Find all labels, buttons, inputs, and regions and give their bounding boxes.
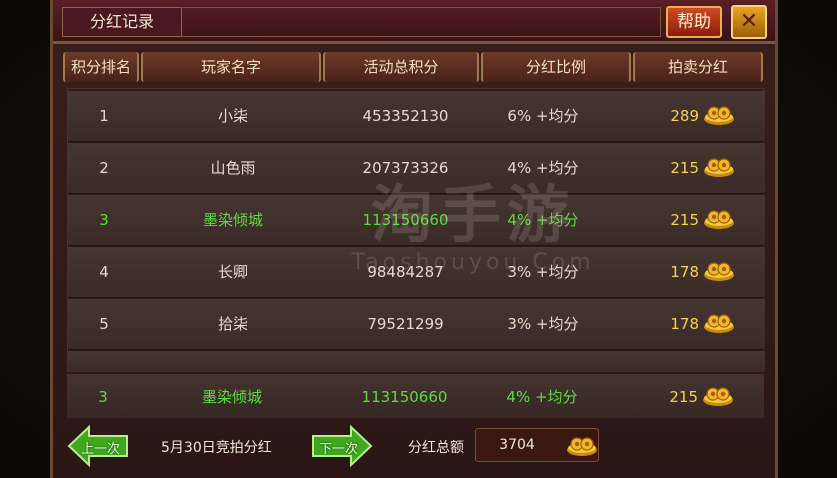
header-dividend-ratio: 分红比例 <box>481 52 631 82</box>
gold-ingot-coin-icon <box>704 261 734 281</box>
prev-label[interactable]: 上一次 <box>81 438 120 457</box>
dividend-value: 215 <box>670 211 699 229</box>
table-row[interactable]: 4 长卿 98484287 3% +均分 178 <box>68 247 765 298</box>
dividend-cell: 215 <box>628 195 735 246</box>
player-name-cell: 长卿 <box>217 263 248 281</box>
player-name-cell: 墨染倾城 <box>202 211 263 229</box>
header-player-name: 玩家名字 <box>141 52 321 82</box>
table-row-partial <box>68 351 765 373</box>
prev-button[interactable]: 上一次 <box>67 424 129 468</box>
header-rank: 积分排名 <box>63 52 139 82</box>
game-screen: 分红记录 帮助 ✕ 积分排名 玩家名字 活动总积分 分红比例 拍卖分红 1 小柒… <box>0 0 837 478</box>
my-rank-cell: 3 <box>98 388 108 406</box>
dividend-record-window: 分红记录 帮助 ✕ 积分排名 玩家名字 活动总积分 分红比例 拍卖分红 1 小柒… <box>50 0 778 478</box>
gold-ingot-coin-icon <box>703 386 733 406</box>
header-auction-dividend: 拍卖分红 <box>633 52 763 82</box>
rank-cell: 3 <box>99 211 109 229</box>
window-title: 分红记录 <box>62 7 182 37</box>
dividend-cell: 289 <box>628 91 735 142</box>
gold-ingot-coin-icon <box>704 313 734 333</box>
next-button[interactable]: 下一次 <box>311 424 373 468</box>
dividend-value: 289 <box>670 107 699 125</box>
points-cell: 98484287 <box>367 263 444 281</box>
my-points-cell: 113150660 <box>361 388 448 406</box>
gold-ingot-coin-icon <box>704 105 734 125</box>
close-button[interactable]: ✕ <box>731 5 767 39</box>
help-button[interactable]: 帮助 <box>666 6 722 38</box>
my-dividend-cell: 215 <box>627 374 734 420</box>
table-row[interactable]: 5 拾柒 79521299 3% +均分 178 <box>68 299 765 350</box>
ratio-cell: 4% +均分 <box>507 211 579 229</box>
ratio-cell: 4% +均分 <box>507 159 579 177</box>
points-cell: 453352130 <box>362 107 449 125</box>
player-name-cell: 山色雨 <box>210 159 256 177</box>
table-row[interactable]: 2 山色雨 207373326 4% +均分 215 <box>68 143 765 194</box>
rank-cell: 2 <box>99 159 109 177</box>
my-name-cell: 墨染倾城 <box>201 388 262 406</box>
dividend-cell: 215 <box>628 143 735 194</box>
header-total-points: 活动总积分 <box>323 52 479 82</box>
rank-cell: 1 <box>99 107 109 125</box>
player-name-cell: 拾柒 <box>217 315 248 333</box>
rank-cell: 5 <box>99 315 109 333</box>
title-frame <box>181 7 661 37</box>
dividend-value: 178 <box>670 315 699 333</box>
gold-ingot-coin-icon <box>704 209 734 229</box>
next-label[interactable]: 下一次 <box>319 438 358 457</box>
dividend-value: 178 <box>670 263 699 281</box>
points-cell: 207373326 <box>362 159 449 177</box>
title-bar: 分红记录 帮助 ✕ <box>53 0 775 44</box>
ratio-cell: 3% +均分 <box>507 263 579 281</box>
dividend-cell: 178 <box>628 247 735 298</box>
auction-date-label: 5月30日竞拍分红 <box>161 440 272 456</box>
my-rank-row: 3 墨染倾城 113150660 4% +均分 215 <box>67 372 764 418</box>
table-header: 积分排名 玩家名字 活动总积分 分红比例 拍卖分红 <box>63 52 763 82</box>
total-dividend-value: 3704 <box>499 437 535 453</box>
rank-cell: 4 <box>99 263 109 281</box>
dividend-cell: 178 <box>628 299 735 350</box>
gold-ingot-coin-icon <box>704 157 734 177</box>
table-row-self[interactable]: 3 墨染倾城 113150660 4% +均分 215 <box>68 195 765 246</box>
close-icon[interactable]: ✕ <box>740 9 758 34</box>
points-cell: 113150660 <box>362 211 449 229</box>
my-dividend-value: 215 <box>669 388 698 406</box>
total-dividend-box: 3704 <box>475 428 599 462</box>
ratio-cell: 6% +均分 <box>507 107 579 125</box>
gold-ingot-coin-icon <box>567 437 597 456</box>
table-row[interactable]: 1 小柒 453352130 6% +均分 289 <box>68 91 765 142</box>
my-ratio-cell: 4% +均分 <box>506 388 578 406</box>
points-cell: 79521299 <box>367 315 444 333</box>
total-dividend-label: 分红总额 <box>408 440 464 456</box>
ratio-cell: 3% +均分 <box>507 315 579 333</box>
footer-bar: 上一次 5月30日竞拍分红 下一次 分红总额 3704 <box>53 420 775 478</box>
dividend-value: 215 <box>670 159 699 177</box>
player-name-cell: 小柒 <box>217 107 248 125</box>
ranking-list[interactable]: 1 小柒 453352130 6% +均分 289 2 山色雨 20737332… <box>67 88 765 418</box>
